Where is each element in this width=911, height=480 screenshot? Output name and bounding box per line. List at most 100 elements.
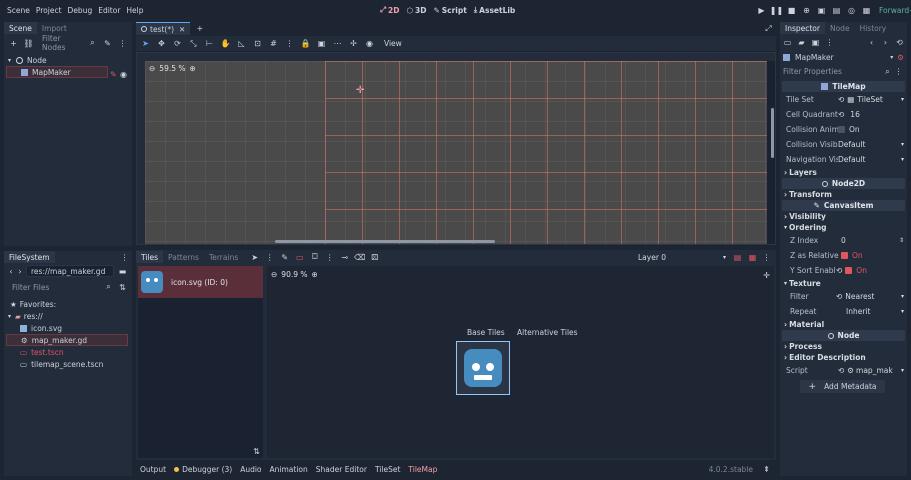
atlas-view[interactable]: ⊖ 90.9 % ⊕ ✛ Base Tiles Alternative Tile… (267, 266, 774, 458)
distraction-free-icon[interactable]: ⤢ (763, 23, 774, 34)
script-attached-icon[interactable]: ✎ (110, 70, 117, 79)
tab-test[interactable]: test(*) ✕ (136, 22, 191, 35)
tile-set-value[interactable]: TileSet (857, 95, 882, 104)
play-custom-icon[interactable]: ▤ (831, 5, 842, 16)
chevron-right-icon[interactable]: › (880, 37, 891, 48)
pause-icon[interactable]: ❚❚ (770, 5, 783, 16)
menu-help[interactable]: Help (123, 6, 146, 15)
sort-icon[interactable]: ⇅ (117, 282, 128, 293)
tab-audio[interactable]: Audio (240, 465, 261, 474)
skeleton-icon[interactable]: ⋯ (332, 38, 343, 49)
paint-icon[interactable]: ✎ (279, 252, 290, 263)
chevron-right-icon[interactable]: › (17, 266, 23, 277)
chevron-down-icon[interactable]: ▾ (901, 96, 904, 103)
grid-snap-icon[interactable]: # (268, 38, 279, 49)
zoom-level[interactable]: 59.5 % (159, 64, 185, 73)
close-icon[interactable]: ✕ (179, 25, 185, 34)
mode-2d-button[interactable]: ⤢ 2D (380, 5, 399, 15)
play-icon[interactable]: ▶ (756, 5, 767, 16)
remote-debug-icon[interactable]: ⊕ (801, 5, 812, 16)
more-icon[interactable]: ⋮ (117, 38, 128, 49)
tab-inspector[interactable]: Inspector (780, 22, 825, 34)
reset-icon[interactable]: ⟲ (836, 292, 842, 301)
script-select[interactable]: ⟲ ⚙ map_mak ▾ (838, 366, 907, 375)
ruler-icon[interactable]: ⊢ (204, 38, 215, 49)
rotate-tool-icon[interactable]: ⟳ (172, 38, 183, 49)
menu-debug[interactable]: Debug (65, 6, 96, 15)
visibility-eye-icon[interactable]: ◉ (120, 70, 127, 79)
tab-import[interactable]: Import (37, 22, 72, 34)
camera-icon[interactable]: ◉ (364, 38, 375, 49)
mode-script-button[interactable]: ✎ Script (433, 6, 466, 15)
tab-output[interactable]: Output (140, 465, 166, 474)
menu-scene[interactable]: Scene (4, 6, 33, 15)
rect-tool-icon[interactable]: ▭ (294, 252, 305, 263)
zoom-in-icon[interactable]: ⊕ (312, 270, 318, 279)
smart-snap-icon[interactable]: ⊡ (252, 38, 263, 49)
chevron-left-icon[interactable]: ‹ (8, 266, 14, 277)
reset-icon[interactable]: ⟲ (838, 95, 844, 104)
random-tile-icon[interactable]: ⚄ (369, 252, 380, 263)
add-node-icon[interactable]: + (8, 38, 19, 49)
favorites-item[interactable]: ★ Favorites: (4, 298, 132, 310)
object-selector[interactable]: MapMaker ▾ ⚙ (780, 50, 907, 64)
add-tab-icon[interactable]: + (194, 23, 205, 34)
bucket-icon[interactable]: ⛋ (309, 252, 320, 263)
more-icon[interactable]: ⋮ (119, 252, 130, 263)
horizontal-scrollbar[interactable] (275, 240, 495, 243)
viewport[interactable]: ✛ ⊖ 59.5 % ⊕ (136, 52, 776, 245)
center-view-icon[interactable]: ✛ (761, 270, 772, 281)
filter-properties-input[interactable]: Filter Properties (783, 67, 882, 76)
bone-icon[interactable]: ✢ (348, 38, 359, 49)
tab-tileset[interactable]: TileSet (375, 465, 400, 474)
zoom-in-icon[interactable]: ⊕ (190, 64, 196, 73)
play-scene-icon[interactable]: ▣ (816, 5, 827, 16)
ruler-tool-icon[interactable]: ◺ (236, 38, 247, 49)
reset-icon[interactable]: ⟲ (838, 366, 844, 375)
zoom-out-icon[interactable]: ⊖ (149, 64, 155, 73)
layer-select[interactable]: Layer 0 ▾ (634, 251, 726, 263)
tab-scene[interactable]: Scene (4, 22, 37, 34)
tab-animation[interactable]: Animation (270, 465, 308, 474)
open-folder-icon[interactable]: ▰ (796, 37, 807, 48)
reset-icon[interactable]: ⟲ (836, 266, 842, 275)
split-view-icon[interactable]: ▬ (117, 266, 128, 277)
select-tool-icon[interactable]: ➤ (140, 38, 151, 49)
tab-tiles[interactable]: Tiles (136, 251, 164, 263)
tab-filesystem[interactable]: FileSystem (4, 251, 55, 263)
filter-nodes-input[interactable]: Filter Nodes (38, 34, 83, 52)
stop-icon[interactable]: ■ (786, 5, 797, 16)
file-item-test-tscn[interactable]: ▭ test.tscn (4, 346, 132, 358)
tab-patterns[interactable]: Patterns (163, 251, 204, 263)
path-input[interactable]: res://map_maker.gd (26, 265, 114, 277)
property-menu-icon[interactable]: ⚙ (897, 53, 904, 62)
view-menu-button[interactable]: View (384, 39, 402, 48)
movie-icon[interactable]: ◎ (846, 5, 857, 16)
tab-node[interactable]: Node (825, 22, 855, 34)
tab-shader-editor[interactable]: Shader Editor (316, 465, 367, 474)
tree-item-mapmaker[interactable]: MapMaker (6, 66, 108, 78)
navigation-visibility-select[interactable]: Default ▾ (838, 155, 907, 164)
quadrant-value[interactable]: 16 (850, 110, 860, 119)
more-icon[interactable]: ⋮ (264, 252, 275, 263)
checkbox-checked[interactable] (841, 252, 848, 259)
more-icon[interactable]: ⋮ (824, 37, 835, 48)
select-tool-icon[interactable]: ➤ (249, 252, 260, 263)
file-item-map-maker[interactable]: ⚙ map_maker.gd (6, 334, 128, 346)
folder-res[interactable]: ▾ ▰ res:// (4, 310, 132, 322)
section-ordering[interactable]: ▾ Ordering (780, 222, 907, 233)
script-attach-icon[interactable]: ✎ (102, 38, 113, 49)
menu-editor[interactable]: Editor (95, 6, 123, 15)
checkbox[interactable] (838, 126, 845, 133)
file-item-icon-svg[interactable]: icon.svg (4, 322, 132, 334)
section-editor-description[interactable]: › Editor Description (780, 352, 907, 363)
filter-select[interactable]: ⟲ Nearest ▾ (836, 292, 907, 301)
mode-3d-button[interactable]: ⬡ 3D (406, 6, 426, 15)
tree-item-node[interactable]: ▾ Node (4, 54, 132, 66)
section-transform[interactable]: › Transform (780, 189, 907, 200)
atlas-tile[interactable] (456, 341, 510, 395)
eraser-icon[interactable]: ⌫ (354, 252, 365, 263)
pan-tool-icon[interactable]: ✋ (220, 38, 231, 49)
section-layers[interactable]: › Layers (780, 167, 907, 178)
repeat-select[interactable]: Inherit ▾ (846, 307, 907, 316)
